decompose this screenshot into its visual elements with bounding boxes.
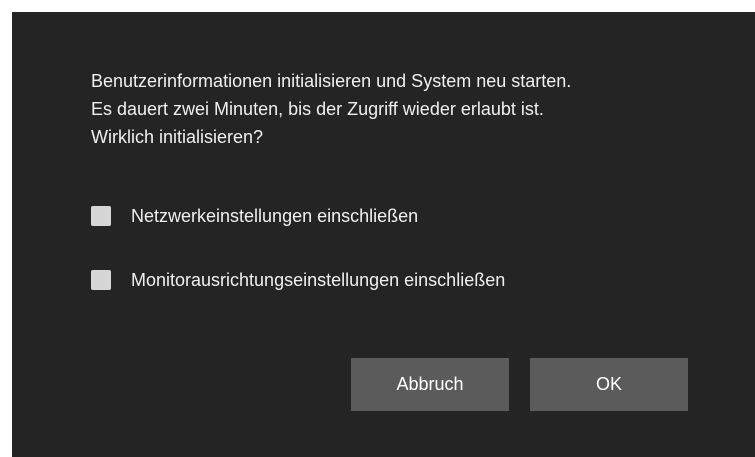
initialize-dialog: Benutzerinformationen initialisieren und… xyxy=(12,12,755,457)
include-monitor-orientation-checkbox[interactable] xyxy=(91,270,111,290)
message-line-3: Wirklich initialisieren? xyxy=(91,127,264,147)
message-line-2: Es dauert zwei Minuten, bis der Zugriff … xyxy=(91,99,544,119)
include-network-settings-label: Netzwerkeinstellungen einschließen xyxy=(131,206,419,226)
ok-button[interactable]: OK xyxy=(530,358,688,411)
include-monitor-orientation-option[interactable]: Monitorausrichtungseinstellungen einschl… xyxy=(91,268,505,292)
include-monitor-orientation-label: Monitorausrichtungseinstellungen einschl… xyxy=(131,270,506,290)
dialog-message: Benutzerinformationen initialisieren und… xyxy=(91,67,731,151)
include-network-settings-checkbox[interactable] xyxy=(91,206,111,226)
message-line-1: Benutzerinformationen initialisieren und… xyxy=(91,71,572,91)
cancel-button[interactable]: Abbruch xyxy=(351,358,509,411)
include-network-settings-option[interactable]: Netzwerkeinstellungen einschließen xyxy=(91,204,418,228)
